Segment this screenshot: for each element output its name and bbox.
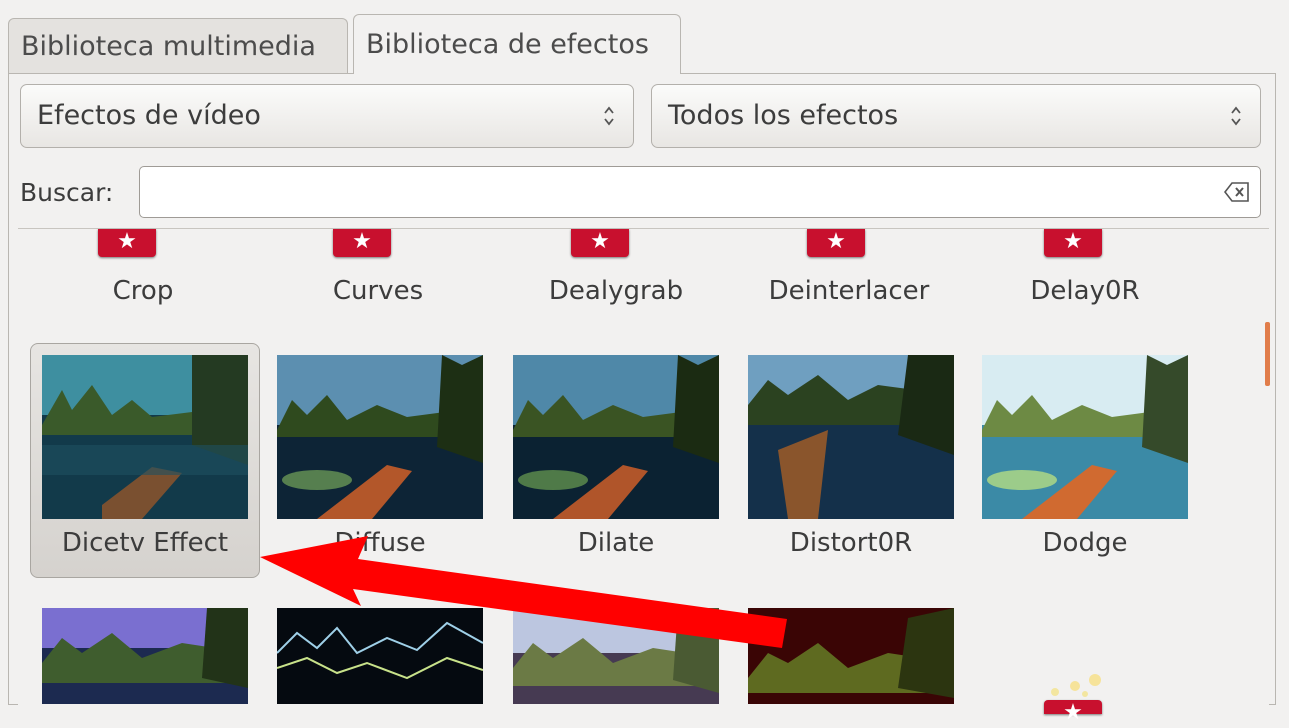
effect-group-select[interactable]: Todos los efectos xyxy=(651,84,1261,148)
effect-category-value: Efectos de vídeo xyxy=(37,100,261,131)
favorite-star-icon xyxy=(1044,227,1102,257)
scrollbar-thumb[interactable] xyxy=(1265,322,1270,386)
effect-item[interactable]: Distort0R xyxy=(748,528,954,558)
effect-label: Dicetv Effect xyxy=(61,528,229,558)
sparkle-icon xyxy=(1051,674,1101,697)
effect-label: Delay0R xyxy=(1030,276,1140,306)
effect-thumbnail xyxy=(42,355,248,519)
effect-thumbnail xyxy=(277,355,483,519)
effect-label: Diffuse xyxy=(334,528,426,558)
effect-category-select[interactable]: Efectos de vídeo xyxy=(20,84,634,148)
favorite-star-icon xyxy=(1044,698,1102,728)
effect-label: Distort0R xyxy=(789,528,913,558)
effect-thumbnail xyxy=(748,355,954,519)
clear-search-icon[interactable] xyxy=(1223,181,1250,203)
effect-thumbnail xyxy=(748,608,954,704)
favorite-star-icon xyxy=(333,227,391,257)
effect-group-value: Todos los efectos xyxy=(668,100,899,131)
effect-label: Dealygrab xyxy=(548,276,684,306)
favorite-star-icon xyxy=(98,227,156,257)
effect-label: Deinterlacer xyxy=(768,276,930,306)
effect-thumbnail xyxy=(42,608,248,704)
updown-arrows-icon xyxy=(603,105,615,127)
search-input[interactable] xyxy=(139,166,1261,218)
effect-thumbnail xyxy=(982,355,1188,519)
favorite-star-icon xyxy=(571,227,629,257)
effect-label: Dodge xyxy=(1042,528,1128,558)
effect-item[interactable]: Diffuse xyxy=(277,528,483,558)
search-label: Buscar: xyxy=(20,178,114,207)
favorite-star-icon xyxy=(807,227,865,257)
effect-label: Curves xyxy=(332,276,424,306)
effect-item[interactable]: Dodge xyxy=(982,528,1188,558)
effect-item[interactable]: Deinterlacer xyxy=(746,276,952,306)
tab-label: Biblioteca de efectos xyxy=(366,29,649,60)
updown-arrows-icon xyxy=(1230,105,1242,127)
effect-item[interactable]: Delay0R xyxy=(982,276,1188,306)
effect-thumbnail xyxy=(513,355,719,519)
effect-thumbnail xyxy=(277,608,483,704)
tab-label: Biblioteca multimedia xyxy=(21,31,316,62)
effect-item[interactable]: Curves xyxy=(275,276,481,306)
effect-label: Crop xyxy=(112,276,174,306)
effect-item[interactable]: Dealygrab xyxy=(513,276,719,306)
effect-label: Dilate xyxy=(577,528,655,558)
tab-effects-library[interactable]: Biblioteca de efectos xyxy=(353,14,681,74)
effect-item[interactable]: Dilate xyxy=(513,528,719,558)
effect-thumbnail xyxy=(513,608,719,704)
tab-media-library[interactable]: Biblioteca multimedia xyxy=(8,18,348,74)
effect-item-selected[interactable]: Dicetv Effect xyxy=(42,528,248,558)
effect-item[interactable]: Crop xyxy=(40,276,246,306)
